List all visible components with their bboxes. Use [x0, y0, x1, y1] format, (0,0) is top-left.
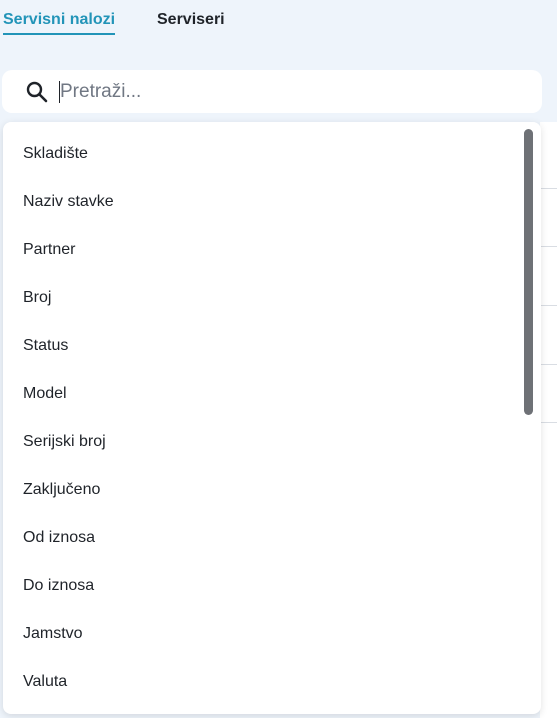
option-zakljuceno[interactable]: Zaključeno	[23, 481, 100, 499]
option-status[interactable]: Status	[23, 337, 68, 355]
search-icon	[25, 80, 49, 104]
table-divider	[540, 364, 557, 365]
table-divider	[540, 246, 557, 247]
search-box[interactable]	[2, 70, 542, 113]
option-skladiste[interactable]: Skladište	[23, 145, 88, 163]
tab-bar: Servisni nalozi Serviseri	[0, 0, 557, 40]
option-od-iznosa[interactable]: Od iznosa	[23, 529, 95, 547]
option-model[interactable]: Model	[23, 385, 67, 403]
option-broj[interactable]: Broj	[23, 289, 51, 307]
dropdown-scrollbar[interactable]	[524, 129, 533, 415]
tab-servisni-nalozi[interactable]: Servisni nalozi	[3, 11, 116, 35]
option-do-iznosa[interactable]: Do iznosa	[23, 577, 94, 595]
option-jamstvo[interactable]: Jamstvo	[23, 625, 83, 643]
search-input[interactable]	[60, 77, 520, 107]
option-serijski-broj[interactable]: Serijski broj	[23, 433, 106, 451]
table-divider	[540, 422, 557, 423]
table-divider	[540, 305, 557, 306]
background-table-edge	[540, 122, 557, 718]
option-naziv-stavke[interactable]: Naziv stavke	[23, 193, 114, 211]
option-valuta[interactable]: Valuta	[23, 673, 67, 691]
option-partner[interactable]: Partner	[23, 241, 75, 259]
filter-dropdown-list: Skladište Naziv stavke Partner Broj Stat…	[3, 122, 541, 714]
tab-serviseri[interactable]: Serviseri	[157, 11, 225, 29]
table-divider	[540, 188, 557, 189]
